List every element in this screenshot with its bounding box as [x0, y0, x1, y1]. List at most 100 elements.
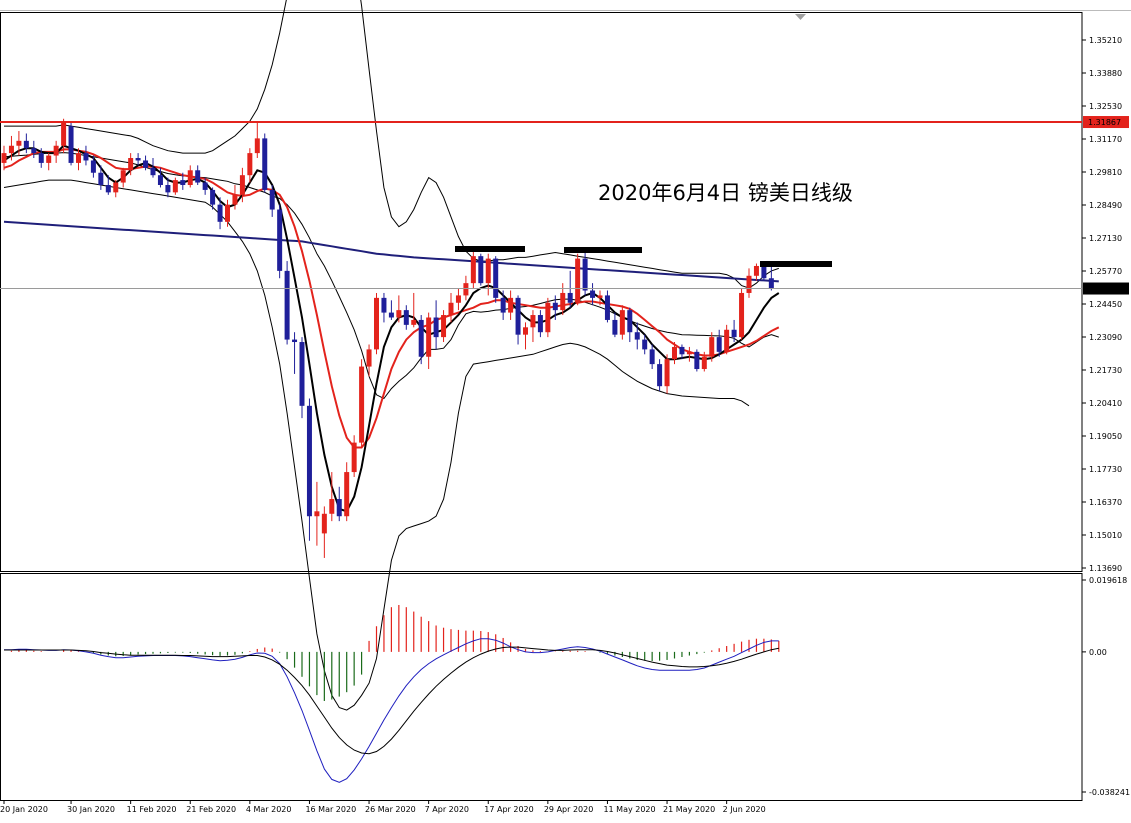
ma-navy-line [3, 220, 779, 283]
candle-body [314, 511, 320, 517]
candle [31, 140, 37, 159]
candle-body [500, 297, 506, 313]
x-tick-label: 11 Feb 2020 [127, 805, 177, 814]
candle-body [552, 302, 558, 311]
candle-body [359, 366, 365, 443]
candle [262, 133, 268, 193]
candle-body [269, 189, 275, 210]
axes: 1.35210 1.33880 1.32530 1.31170 1.29810 1.284… [0, 36, 1130, 814]
candle [254, 121, 260, 159]
chart-shift-icon [795, 14, 806, 20]
candle [686, 346, 692, 362]
candle [381, 292, 387, 323]
macd-panel-border [0, 573, 1083, 801]
candle-body [76, 153, 81, 163]
macd-y-tick-label: 0.019618 [1089, 576, 1127, 585]
candle [612, 312, 618, 338]
candle-body [545, 302, 551, 333]
candle [567, 270, 573, 308]
candle-body [508, 297, 514, 313]
current-price-label-text: 1.25081 [1088, 285, 1121, 294]
candle-body [768, 278, 774, 289]
candle-body [664, 359, 670, 387]
candle-body [493, 258, 499, 298]
candle-body [426, 317, 432, 357]
candle [493, 256, 499, 303]
macd-y-tick-label: -0.038241 [1089, 788, 1130, 797]
candle [530, 310, 536, 343]
candle-body [619, 310, 625, 335]
candle-body [262, 138, 268, 190]
candle [418, 315, 424, 365]
candle [619, 305, 625, 340]
candle-body [746, 275, 752, 293]
candle-body [537, 315, 543, 333]
candle [739, 288, 745, 340]
price-lines [0, 121, 1082, 290]
candle-body [105, 185, 111, 193]
y-tick-label: 1.17730 [1089, 465, 1122, 474]
candle-body [374, 297, 379, 350]
y-tick-label: 1.15010 [1089, 531, 1122, 540]
y-tick-label: 1.33880 [1089, 69, 1122, 78]
candle-body [172, 180, 178, 193]
candle-body [254, 138, 260, 154]
candle-body [523, 327, 528, 335]
candle-body [23, 140, 29, 149]
candle [187, 165, 193, 188]
candle [478, 253, 484, 286]
candle [344, 462, 350, 522]
candle-body [187, 170, 193, 186]
x-tick-label: 16 Mar 2020 [305, 805, 356, 814]
main-panel-border [0, 12, 1083, 572]
candle [120, 167, 126, 188]
candle [225, 199, 230, 227]
resistance-marker [564, 247, 642, 253]
candle-body [8, 145, 14, 154]
candle-body [396, 310, 402, 318]
candle-body [321, 513, 327, 534]
chart-annotation: 2020年6月4日 镑美日线级 [598, 181, 853, 205]
candle [83, 145, 89, 166]
candle-body [463, 283, 469, 296]
bollinger-upper-line [4, 0, 779, 289]
candle-body [448, 302, 454, 316]
candle [768, 265, 774, 291]
y-tick-label: 1.24450 [1089, 300, 1122, 309]
candle-body [61, 121, 67, 146]
candle-body [709, 337, 715, 357]
candle-body [530, 315, 536, 328]
candle-body [701, 356, 707, 370]
y-tick-label: 1.20410 [1089, 399, 1122, 408]
candle-body [679, 346, 685, 355]
candle-body [38, 153, 44, 163]
macd-panel [4, 604, 780, 783]
candle [195, 165, 201, 186]
candle-body [336, 499, 342, 517]
candle-body [292, 339, 298, 343]
resistance-marker [455, 246, 525, 252]
candle-body [657, 364, 663, 387]
candle-body [16, 140, 22, 146]
candle [560, 283, 566, 316]
candle [515, 295, 521, 345]
candle-body [403, 310, 409, 325]
candle [351, 435, 357, 477]
candle [545, 297, 551, 338]
candle [657, 359, 663, 392]
candle-body [575, 258, 581, 303]
candle-body [515, 297, 521, 335]
candle [649, 344, 655, 370]
candle [731, 319, 737, 343]
candle-body [83, 153, 89, 161]
y-tick-label: 1.19050 [1089, 432, 1122, 441]
candle-body [90, 160, 96, 173]
candle [23, 133, 29, 154]
current-price-label: 1.25081 [1083, 282, 1129, 295]
x-tick-label: 17 Apr 2020 [484, 805, 533, 814]
macd-black-line [4, 646, 779, 755]
candle-body [217, 204, 223, 222]
candle-body [135, 158, 141, 161]
candle-body [724, 329, 730, 352]
candle-body [694, 351, 700, 370]
